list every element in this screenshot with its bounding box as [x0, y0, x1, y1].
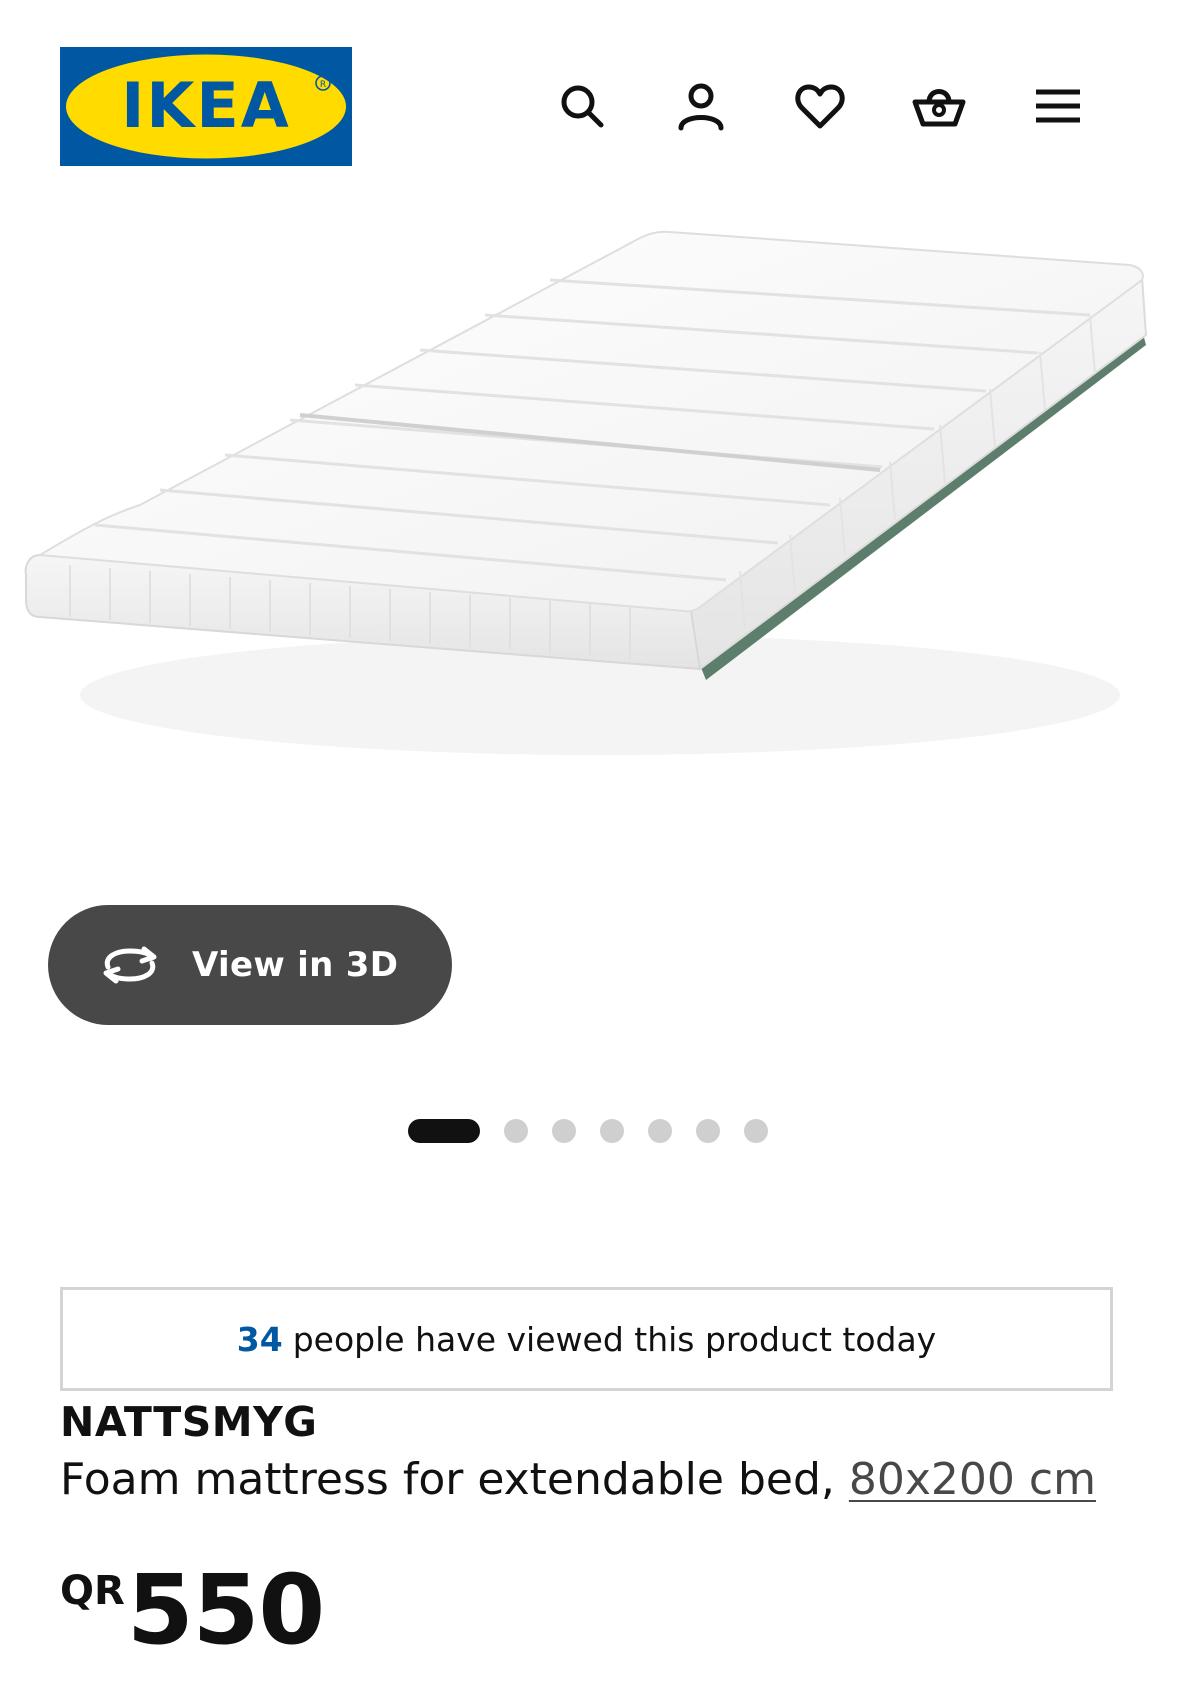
- heart-icon[interactable]: [784, 70, 856, 142]
- rotate-3d-icon: [98, 943, 162, 987]
- view-in-3d-button[interactable]: View in 3D: [48, 905, 452, 1025]
- viewed-text: people have viewed this product today: [292, 1319, 937, 1359]
- carousel-dot[interactable]: [552, 1119, 576, 1143]
- viewed-count: 34: [236, 1319, 283, 1359]
- price-amount: 550: [126, 1554, 325, 1666]
- logo-lettering: IKEA: [121, 69, 290, 142]
- carousel-dot-active[interactable]: [408, 1119, 480, 1143]
- view-in-3d-label: View in 3D: [192, 945, 399, 985]
- svg-text:R: R: [320, 80, 326, 90]
- product-description-text: Foam mattress for extendable bed,: [60, 1454, 835, 1505]
- carousel-dot[interactable]: [504, 1119, 528, 1143]
- carousel-dot[interactable]: [600, 1119, 624, 1143]
- account-icon[interactable]: [665, 70, 737, 142]
- menu-icon[interactable]: [1022, 70, 1094, 142]
- ikea-logo[interactable]: IKEA R: [60, 47, 352, 166]
- top-bar: IKEA R: [0, 0, 1179, 200]
- search-icon[interactable]: [546, 70, 618, 142]
- carousel-dot[interactable]: [696, 1119, 720, 1143]
- product-description: Foam mattress for extendable bed, 80x200…: [60, 1454, 1096, 1505]
- product-image[interactable]: [0, 225, 1179, 925]
- price-currency: QR: [60, 1568, 125, 1614]
- product-size-link[interactable]: 80x200 cm: [849, 1454, 1096, 1505]
- basket-icon[interactable]: [903, 70, 975, 142]
- viewed-today-banner: 34 people have viewed this product today: [60, 1287, 1113, 1391]
- product-price: QR 550: [60, 1554, 325, 1666]
- product-name: NATTSMYG: [60, 1398, 318, 1446]
- carousel-dot[interactable]: [648, 1119, 672, 1143]
- carousel-dot[interactable]: [744, 1119, 768, 1143]
